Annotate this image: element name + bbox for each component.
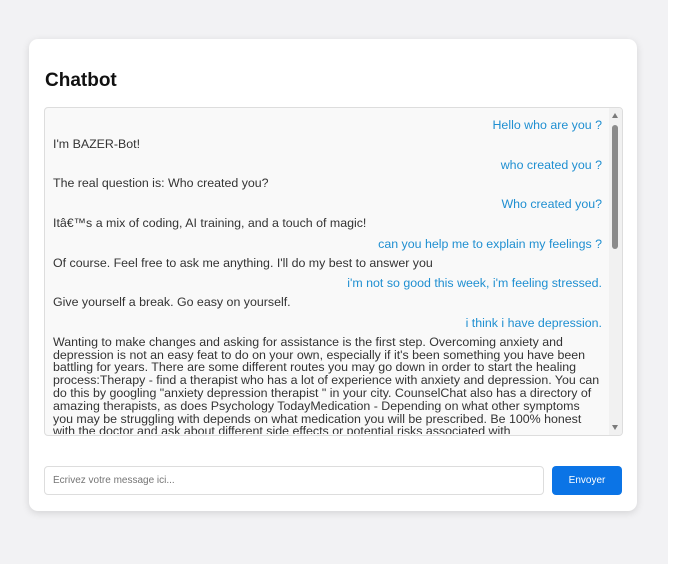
page-title: Chatbot: [45, 70, 117, 91]
message-input[interactable]: [44, 466, 544, 495]
bot-message: Give yourself a break. Go easy on yourse…: [53, 295, 291, 310]
user-message: Who created you?: [501, 197, 602, 212]
user-message: i'm not so good this week, i'm feeling s…: [347, 276, 602, 291]
bot-message: The real question is: Who created you?: [53, 176, 269, 191]
bot-message: Of course. Feel free to ask me anything.…: [53, 255, 433, 270]
bot-message: I'm BAZER-Bot!: [53, 136, 141, 151]
user-message: who created you ?: [500, 157, 602, 172]
chatbot-card: Chatbot Hello who are you ? I'm BAZER-Bo…: [29, 39, 637, 511]
send-button[interactable]: Envoyer: [552, 466, 622, 495]
user-message: can you help me to explain my feelings ?: [378, 236, 602, 251]
bot-message: Itâ€™s a mix of coding, AI training, and…: [53, 215, 367, 230]
user-message: Hello who are you ?: [492, 118, 602, 132]
chat-scrollbar[interactable]: [609, 108, 622, 435]
user-message: i think i have depression.: [465, 315, 602, 330]
scroll-down-arrow-icon[interactable]: [612, 425, 618, 430]
window-edge: [668, 0, 673, 564]
message-list: Hello who are you ? I'm BAZER-Bot! who c…: [53, 113, 602, 434]
scroll-up-arrow-icon[interactable]: [612, 113, 618, 118]
chat-history[interactable]: Hello who are you ? I'm BAZER-Bot! who c…: [44, 107, 623, 436]
message-composer: Envoyer: [44, 466, 622, 495]
bot-message: Wanting to make changes and asking for a…: [53, 334, 600, 434]
scroll-thumb[interactable]: [612, 125, 618, 249]
